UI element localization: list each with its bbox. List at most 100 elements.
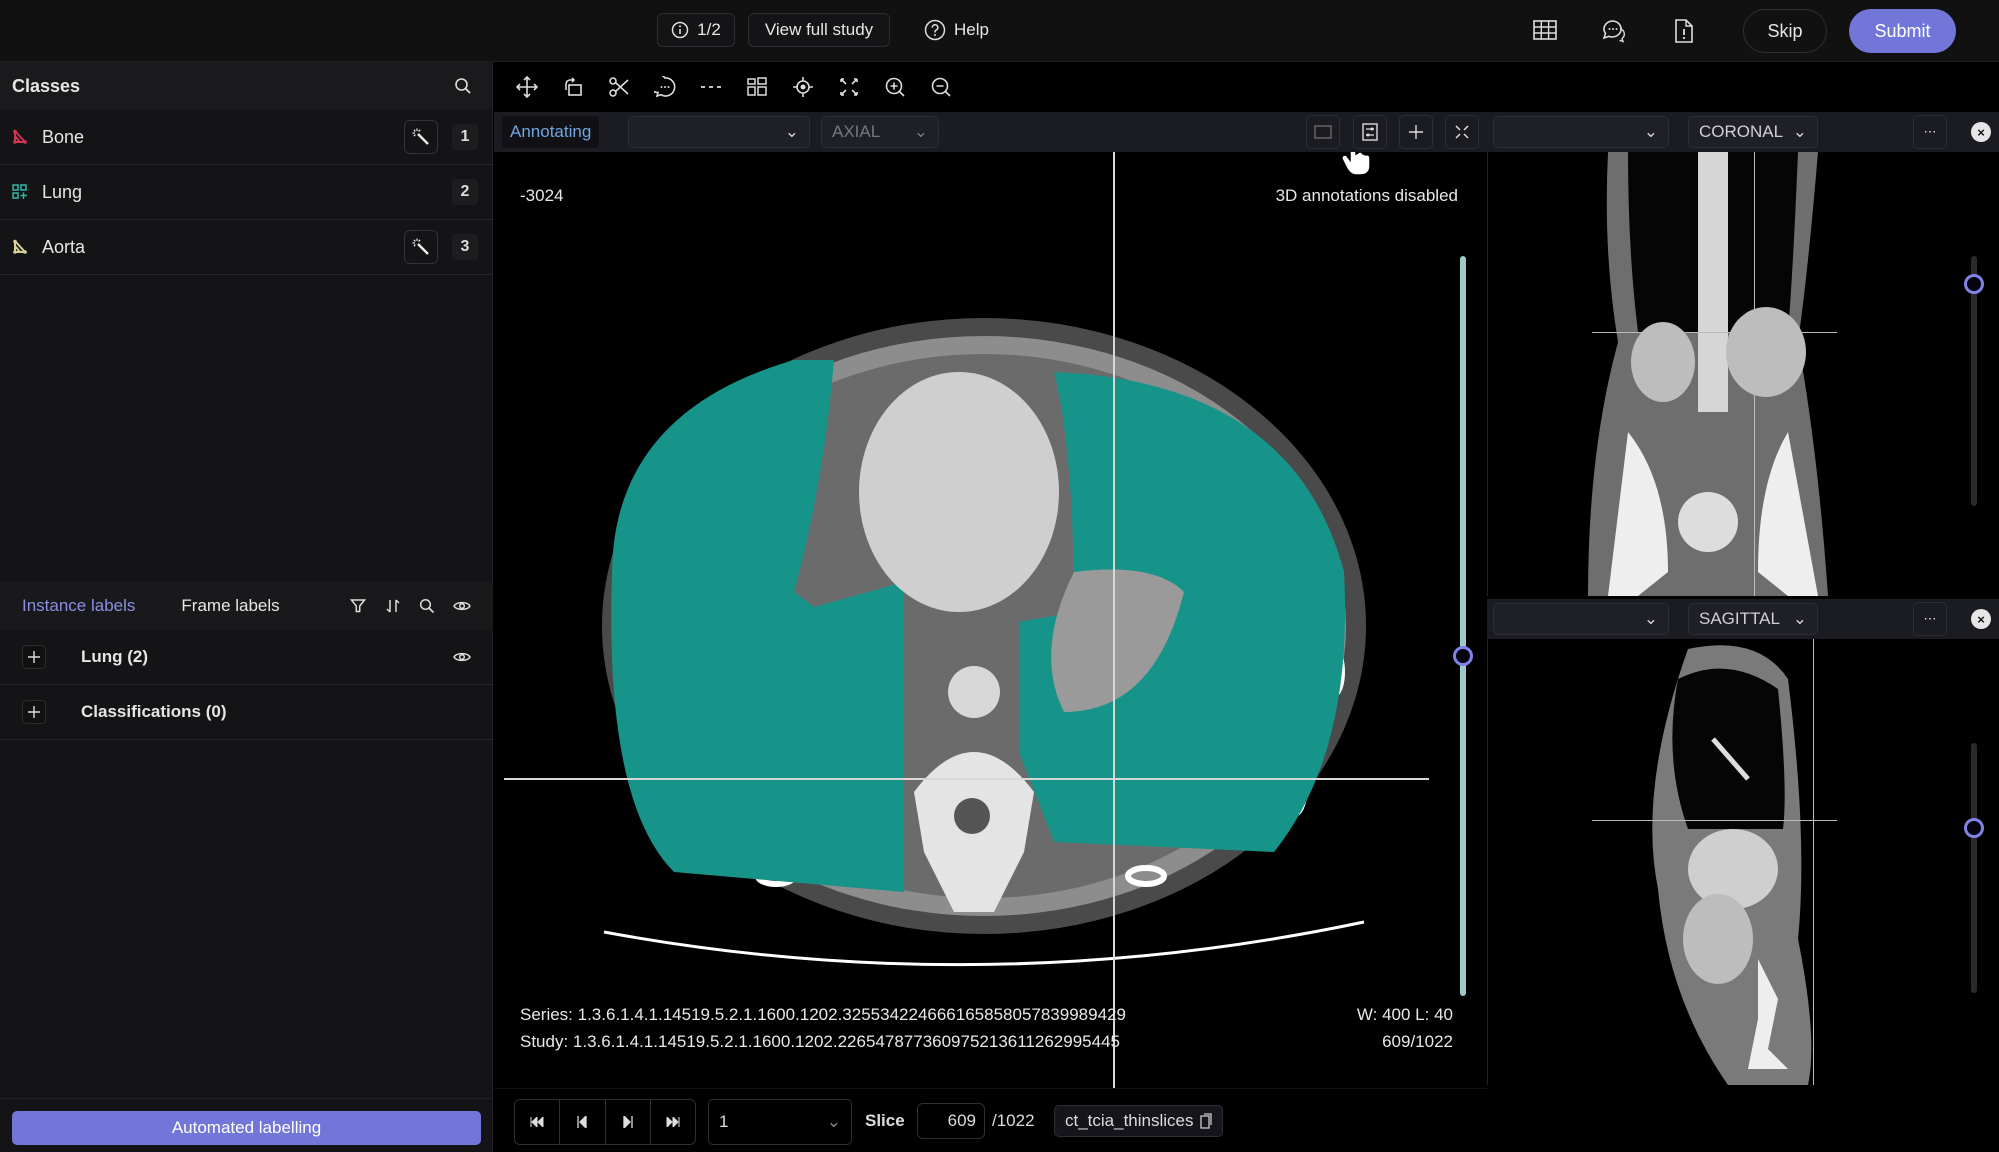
comments-icon[interactable] — [1601, 19, 1627, 43]
class-item-lung[interactable]: Lung 2 — [0, 165, 492, 220]
sagittal-slider-thumb[interactable] — [1964, 818, 1984, 838]
slice-label: Slice — [865, 1111, 905, 1130]
last-frame-button[interactable] — [651, 1100, 695, 1144]
dashed-line-tool[interactable] — [688, 67, 734, 107]
study-uid: Study: 1.3.6.1.4.1.14519.5.2.1.1600.1202… — [520, 1032, 1120, 1051]
filter-icon[interactable] — [350, 598, 366, 614]
maximize-button[interactable] — [1445, 115, 1479, 149]
move-icon — [516, 76, 538, 98]
window-level: W: 400 L: 40 — [1356, 1005, 1453, 1024]
crosshair-horizontal[interactable] — [1592, 820, 1837, 821]
coronal-slider-thumb[interactable] — [1964, 273, 1984, 294]
slice-input[interactable] — [917, 1103, 985, 1139]
submit-button[interactable]: Submit — [1849, 9, 1956, 53]
plane-label: CORONAL — [1699, 122, 1784, 141]
crosshair-vertical[interactable] — [1113, 152, 1115, 1088]
zoom-out-tool[interactable] — [918, 67, 964, 107]
first-frame-button[interactable] — [515, 1100, 561, 1144]
magic-wand-button[interactable] — [404, 120, 438, 154]
overlay-icon — [1314, 125, 1332, 139]
axial-viewport[interactable]: -3024 3D annotations disabled Series: 1.… — [494, 152, 1487, 1088]
magic-wand-button[interactable] — [404, 230, 438, 264]
eye-icon[interactable] — [453, 650, 471, 664]
hotkey-badge: 2 — [452, 179, 478, 205]
close-icon: × — [1977, 124, 1985, 140]
previous-frame-button[interactable] — [560, 1100, 606, 1144]
coronal-slice-slider[interactable] — [1971, 256, 1977, 506]
task-counter-button[interactable]: 1/2 — [657, 13, 735, 47]
class-item-aorta[interactable]: Aorta 3 — [0, 220, 492, 275]
crosshair-horizontal[interactable] — [504, 778, 1429, 780]
crosshair-tool[interactable] — [780, 67, 826, 107]
tab-frame-labels[interactable]: Frame labels — [181, 596, 279, 616]
next-frame-button[interactable] — [606, 1100, 651, 1144]
add-viewport-button[interactable] — [1399, 115, 1433, 149]
dataset-name-copy[interactable]: ct_tcia_thinslices — [1054, 1105, 1223, 1137]
slice-counter: 609/1022 — [1382, 1032, 1453, 1051]
comment-tool[interactable] — [642, 67, 688, 107]
report-issue-icon[interactable] — [1674, 18, 1694, 44]
annotations-notice: 3D annotations disabled — [1275, 186, 1458, 205]
search-icon[interactable] — [419, 598, 435, 614]
polyline-icon — [12, 239, 28, 255]
crosshair-icon — [793, 77, 813, 97]
class-name: Lung — [42, 181, 83, 202]
scissors-tool[interactable] — [596, 67, 642, 107]
coronal-viewport[interactable] — [1487, 152, 1999, 596]
sagittal-viewport[interactable] — [1487, 639, 1999, 1085]
frame-select[interactable]: 1 ⌄ — [708, 1099, 852, 1145]
view-full-study-button[interactable]: View full study — [748, 13, 890, 47]
coronal-close-button[interactable]: × — [1971, 122, 1991, 142]
plane-select-sagittal[interactable]: SAGITTAL ⌄ — [1688, 603, 1818, 635]
playback-bar: 1⌄ Slice /1022 ct_tcia_thinslices — [494, 1088, 1487, 1152]
expand-button[interactable] — [22, 645, 46, 669]
top-bar: 1/2 View full study Help Skip Submit — [0, 0, 1999, 62]
plane-select-axial[interactable]: AXIAL ⌄ — [821, 116, 939, 148]
coronal-ct-image — [1588, 152, 1828, 596]
eye-icon[interactable] — [453, 599, 471, 613]
overlay-toggle-button[interactable] — [1306, 115, 1340, 149]
expand-button[interactable] — [22, 700, 46, 724]
zoom-in-tool[interactable] — [872, 67, 918, 107]
pan-tool[interactable] — [504, 67, 550, 107]
tool-bar — [494, 62, 1999, 112]
skip-button[interactable]: Skip — [1743, 9, 1827, 53]
sort-icon[interactable] — [385, 598, 401, 614]
slice-slider-thumb[interactable] — [1453, 645, 1473, 666]
fit-tool[interactable] — [826, 67, 872, 107]
label-tabs: Instance labels Frame labels — [0, 582, 493, 630]
label-group-classifications[interactable]: Classifications (0) — [0, 685, 493, 740]
chevron-down-icon: ⌄ — [784, 122, 799, 141]
automated-labelling-button[interactable]: Automated labelling — [12, 1111, 481, 1145]
help-button[interactable]: Help — [924, 13, 989, 47]
plane-label: SAGITTAL — [1699, 609, 1780, 628]
sagittal-series-select[interactable]: ⌄ — [1493, 603, 1669, 635]
series-select[interactable]: ⌄ — [628, 116, 810, 148]
sagittal-more-button[interactable]: ⋯ — [1913, 602, 1947, 636]
crosshair-vertical[interactable] — [1813, 639, 1814, 1085]
classes-header: Classes — [0, 62, 492, 110]
sliders-icon — [1362, 123, 1378, 141]
label-group-lung[interactable]: Lung (2) — [0, 630, 493, 685]
classes-title: Classes — [12, 75, 81, 96]
search-icon[interactable] — [454, 77, 472, 95]
crosshair-vertical[interactable] — [1754, 152, 1755, 596]
plane-select-coronal[interactable]: CORONAL ⌄ — [1688, 116, 1818, 148]
info-icon — [671, 21, 689, 39]
sagittal-slice-slider[interactable] — [1971, 743, 1977, 993]
class-item-bone[interactable]: Bone 1 — [0, 110, 492, 165]
layout-icon — [747, 77, 767, 96]
plane-label: AXIAL — [832, 122, 881, 141]
slice-slider[interactable] — [1460, 256, 1466, 996]
crosshair-horizontal[interactable] — [1592, 332, 1837, 333]
coronal-more-button[interactable]: ⋯ — [1913, 115, 1947, 149]
coronal-series-select[interactable]: ⌄ — [1493, 116, 1669, 148]
axial-ct-image — [602, 318, 1366, 967]
settings-button[interactable] — [1353, 115, 1387, 149]
layout-tool[interactable] — [734, 67, 780, 107]
table-icon[interactable] — [1533, 20, 1557, 40]
sidebar: Classes Bone 1 Lung 2 Aorta 3 Instance l… — [0, 62, 493, 1152]
tab-instance-labels[interactable]: Instance labels — [22, 596, 135, 616]
rotate-tool[interactable] — [550, 67, 596, 107]
sagittal-close-button[interactable]: × — [1971, 609, 1991, 629]
